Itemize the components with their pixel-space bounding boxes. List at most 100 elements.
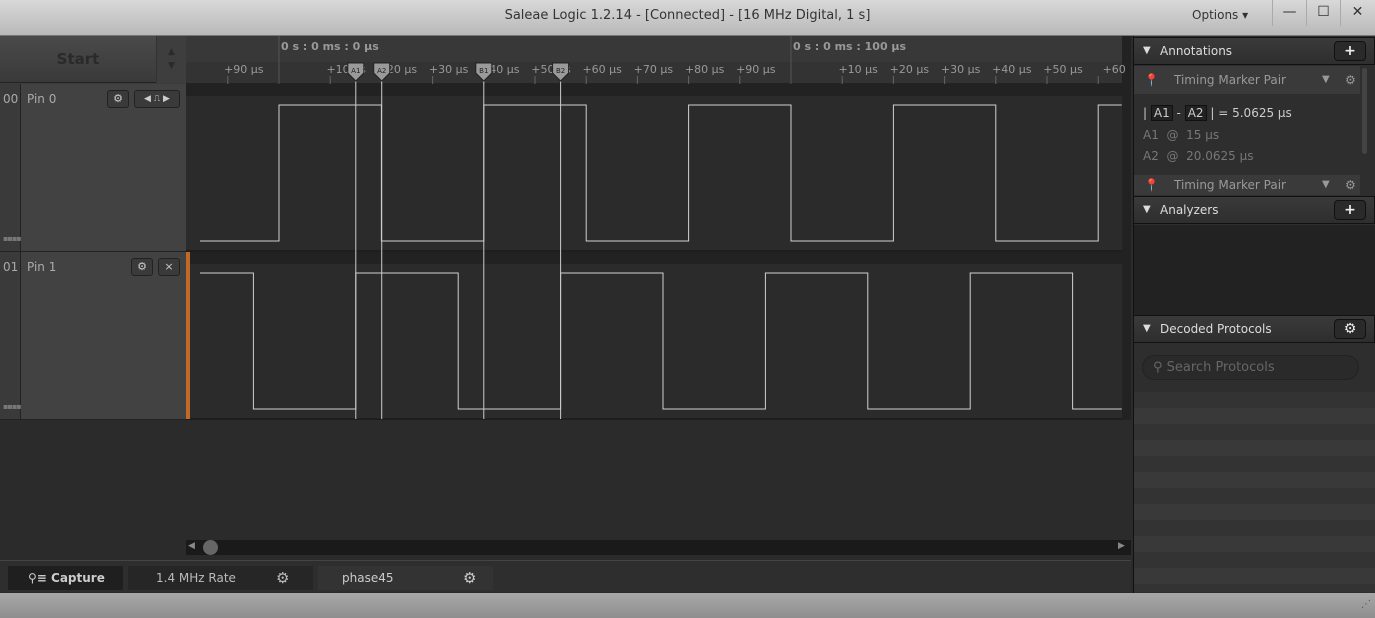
marker-label: A2 [377,67,386,75]
dropdown-triangle-icon[interactable]: ▼ [1322,66,1330,94]
drag-handle-icon[interactable]: ▪▪▪▪ [3,402,22,411]
marker-a1-badge: A1 [1150,105,1173,121]
minimize-button[interactable]: — [1272,0,1306,26]
channel-number: 00 [0,84,21,251]
channel-name[interactable]: Pin 0 [27,92,56,106]
decoded-settings-gear-icon[interactable]: ⚙ [1334,319,1366,339]
major-time-label-1: 0 s : 0 ms : 100 µs [793,40,907,53]
tab-capture[interactable]: ⚲≡ Capture [8,566,123,590]
tick-label: +10 µs [838,63,878,76]
tick-label: +40 µs [992,63,1032,76]
signal-trace-pin1 [199,272,1122,410]
tick-label: +90 µs [736,63,776,76]
start-button[interactable]: Start [0,36,156,83]
annotation-timing-marker-pair[interactable]: 📍 Timing Marker Pair ▼ ⚙ [1134,175,1360,195]
tab-label: phase45 [342,571,394,585]
annotation-gear-icon[interactable]: ⚙ [1345,175,1356,195]
close-button[interactable]: ✕ [1340,0,1374,26]
search-protocols-input[interactable]: ⚲ Search Protocols [1142,355,1359,380]
major-time-label-0: 0 s : 0 ms : 0 µs [281,40,379,53]
tick-label: +50 µs [1043,63,1083,76]
pin-icon: 📍 [1144,178,1159,192]
tick-label: +30 µs [941,63,981,76]
channel-number: 01 [0,252,21,419]
pin-icon: 📍 [1144,73,1159,87]
down-arrow-icon: ▼ [168,61,175,71]
annotation-timing-marker-pair[interactable]: 📍 Timing Marker Pair ▼ ⚙ [1134,66,1360,94]
marker-label: A1 [351,67,360,75]
scroll-right-icon[interactable]: ▶ [1118,541,1125,551]
tab-settings-gear-icon[interactable]: ⚙ [463,566,476,590]
marker-name: A2 [1143,149,1159,163]
annotation-title: Timing Marker Pair [1174,178,1286,192]
marker-time: 20.0625 µs [1186,149,1254,163]
drag-handle-icon[interactable]: ▪▪▪▪ [3,234,22,243]
add-annotation-button[interactable]: + [1334,41,1366,61]
status-bar: ⋰ [0,593,1375,618]
marker-label: B2 [556,67,565,75]
signal-trace-pin0 [199,104,1122,242]
marker-a1-time: A1 @ 15 µs [1143,128,1219,142]
annotations-scrollbar[interactable] [1362,68,1367,154]
tick-label: +80 µs [685,63,725,76]
search-list-icon: ⚲≡ [28,571,52,585]
marker-difference: | A1 - A2 | = 5.0625 µs [1143,105,1292,121]
trigger-bar [186,252,190,419]
annotation-gear-icon[interactable]: ⚙ [1345,66,1356,94]
equals: = [1218,106,1229,120]
tab-label: Capture [51,571,105,585]
annotations-header[interactable]: ▼ Annotations + [1133,37,1375,65]
annotation-title: Timing Marker Pair [1174,73,1286,87]
tab-label: 1.4 MHz Rate [156,571,236,585]
channel-settings-gear-icon[interactable]: ⚙ [131,258,153,276]
decoded-protocols-list [1134,392,1375,592]
section-title: Analyzers [1160,203,1219,217]
marker-time: 15 µs [1186,128,1220,142]
tick-label: +60 [1103,63,1126,76]
marker-a2-badge: A2 [1184,105,1207,121]
separator: - [1176,106,1181,120]
collapse-triangle-icon[interactable]: ▼ [1143,38,1151,64]
start-options-arrows[interactable]: ▲ ▼ [156,36,186,83]
tick-label: +30 µs [429,63,469,76]
session-tabs: ⚲≡ Capture 1.4 MHz Rate ⚙ phase45 ⚙ [0,560,1131,592]
analyzers-list [1134,225,1375,315]
tick-label: +60 µs [582,63,622,76]
channel-name[interactable]: Pin 1 [27,260,56,274]
tab-settings-gear-icon[interactable]: ⚙ [276,566,289,590]
channel-settings-gear-icon[interactable]: ⚙ [107,90,129,108]
marker-a2-time: A2 @ 20.0625 µs [1143,149,1253,163]
empty-channel-area [0,420,1131,540]
window-title: Saleae Logic 1.2.14 - [Connected] - [16 … [504,8,871,23]
options-menu[interactable]: Options ▾ [1192,8,1248,22]
channel-row-pin1[interactable]: 01 Pin 1 ⚙ × ▪▪▪▪ [0,252,186,420]
title-bar: Saleae Logic 1.2.14 - [Connected] - [16 … [0,0,1375,36]
remove-channel-button[interactable]: × [158,258,180,276]
tab-1-4-mhz-rate[interactable]: 1.4 MHz Rate ⚙ [128,566,313,590]
resize-grip-icon[interactable]: ⋰ [1361,599,1371,610]
at-symbol: @ [1166,149,1179,163]
channel-row-pin0[interactable]: 00 Pin 0 ⚙ ◀ ⎍ ▶ ▪▪▪▪ [0,84,186,252]
decoded-protocols-header[interactable]: ▼ Decoded Protocols ⚙ [1133,315,1375,343]
trigger-edge-button[interactable]: ◀ ⎍ ▶ [134,90,180,108]
horizontal-scrollbar[interactable]: ◀ ▶ [186,540,1131,555]
search-placeholder: Search Protocols [1166,360,1275,375]
section-title: Decoded Protocols [1160,322,1272,336]
dropdown-triangle-icon[interactable]: ▼ [1322,175,1330,195]
section-title: Annotations [1160,44,1233,58]
collapse-triangle-icon[interactable]: ▼ [1143,197,1151,223]
tab-phase45[interactable]: phase45 ⚙ [318,566,493,590]
analyzers-header[interactable]: ▼ Analyzers + [1133,196,1375,224]
scroll-left-icon[interactable]: ◀ [188,541,195,551]
add-analyzer-button[interactable]: + [1334,200,1366,220]
tick-label: +70 µs [634,63,674,76]
scroll-thumb[interactable] [203,540,218,555]
falling-edge-icon: ⎍ [153,94,161,104]
maximize-button[interactable]: ☐ [1306,0,1340,26]
time-difference: 5.0625 µs [1232,106,1292,120]
marker-label: B1 [479,67,488,75]
at-symbol: @ [1166,128,1179,142]
tick-label: +20 µs [890,63,930,76]
search-icon: ⚲ [1153,360,1167,375]
collapse-triangle-icon[interactable]: ▼ [1143,316,1151,342]
